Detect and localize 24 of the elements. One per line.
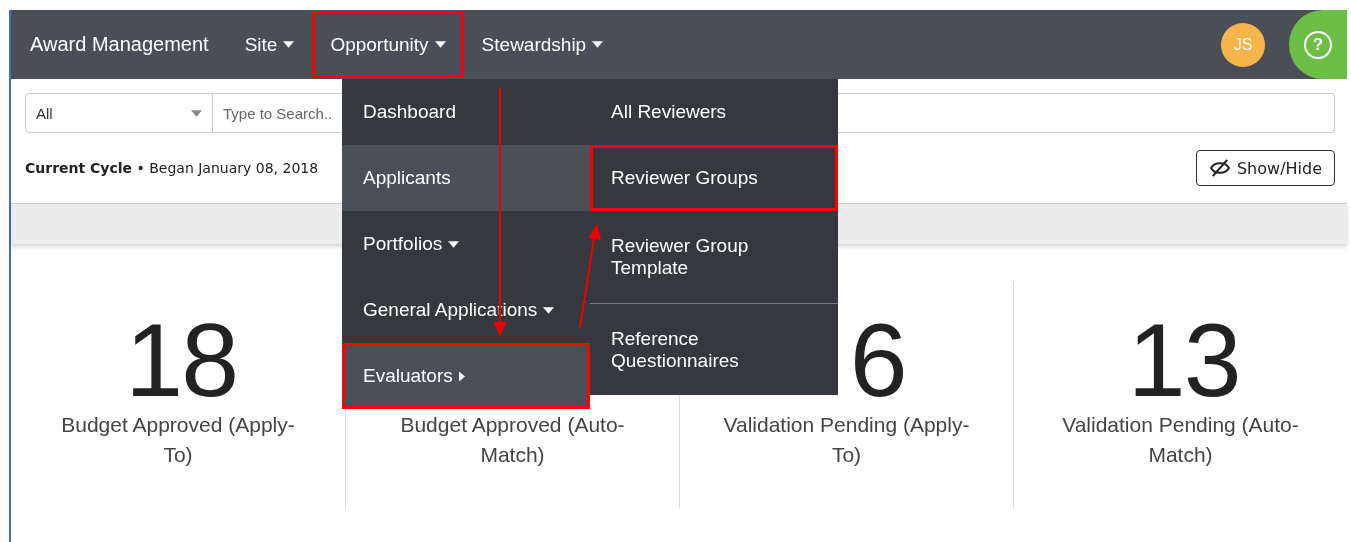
menu-item[interactable]: Applicants [342,145,590,211]
caret-right-icon [458,370,465,382]
caret-icon [191,109,202,117]
submenu-item[interactable]: All Reviewers [590,79,838,145]
submenu-item[interactable]: Reviewer Group Template [590,211,838,303]
submenu-item[interactable]: Reviewer Groups [590,145,838,211]
submenu-item[interactable]: Reference Questionnaires [590,303,838,395]
nav-menu-item[interactable]: Stewardship [465,13,620,76]
show-hide-button[interactable]: Show/Hide [1195,150,1335,186]
app-title: Award Management [30,33,209,56]
nav-menu-item[interactable]: Site [228,13,311,76]
nav-menu-item[interactable]: Opportunity [314,13,462,76]
menu-item[interactable]: Dashboard [342,79,590,145]
caret-icon [448,240,460,248]
stat-label: Budget Approved (Auto-Match) [399,412,626,468]
hidden-eye-icon [1208,159,1231,177]
caret-icon [543,306,555,314]
menu-item[interactable]: Evaluators [342,343,590,409]
menu-item[interactable]: Portfolios [342,211,590,277]
filter-select[interactable]: All [25,93,213,133]
cycle-info: Current Cycle • Began January 08, 2018 [25,160,319,176]
caret-icon [434,41,446,48]
caret-icon [592,41,604,48]
caret-icon [283,41,295,48]
